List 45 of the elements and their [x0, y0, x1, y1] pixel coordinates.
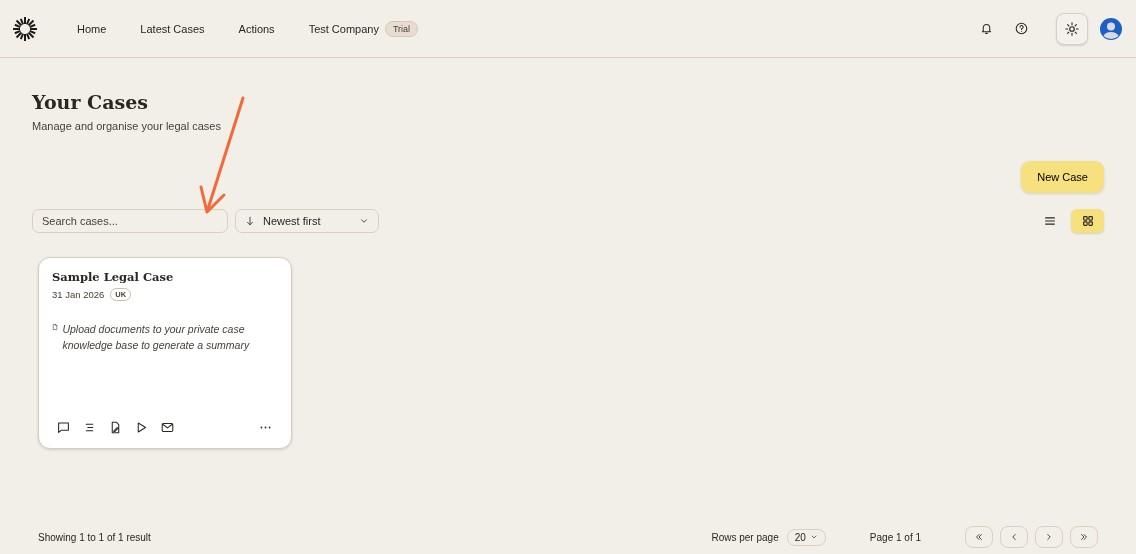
sort-dropdown[interactable]: Newest first — [235, 209, 379, 233]
theme-toggle[interactable] — [1056, 12, 1088, 45]
logo-icon[interactable] — [12, 15, 38, 42]
grid-view-button[interactable] — [1071, 209, 1104, 233]
case-summary: Upload documents to your private case knowledge base to generate a summary — [62, 322, 251, 353]
play-button[interactable] — [135, 421, 148, 434]
arrow-down-icon — [245, 216, 255, 226]
case-date: 31 Jan 2026 — [52, 289, 105, 300]
lines-icon — [83, 421, 96, 434]
help-button[interactable] — [1013, 20, 1030, 37]
sun-icon — [1065, 21, 1079, 36]
chevron-right-icon — [1044, 532, 1054, 542]
outline-button[interactable] — [83, 421, 96, 434]
case-title[interactable]: Sample Legal Case — [52, 270, 278, 284]
edit-document-button[interactable] — [109, 421, 122, 434]
new-case-button[interactable]: New Case — [1021, 161, 1104, 193]
document-icon — [52, 321, 59, 333]
avatar-icon[interactable] — [1100, 17, 1122, 40]
list-icon — [1042, 214, 1057, 228]
nav-link[interactable]: Actions — [221, 16, 292, 41]
trial-badge: Trial — [384, 20, 419, 37]
chevron-down-icon — [809, 533, 818, 541]
nav-link[interactable]: Latest Cases — [123, 16, 222, 41]
chat-button[interactable] — [57, 421, 70, 434]
page-indicator: Page 1 of 1 — [869, 531, 921, 543]
bell-icon — [980, 22, 993, 35]
nav-link[interactable]: Home — [60, 16, 124, 41]
results-count: Showing 1 to 1 of 1 result — [38, 531, 151, 543]
double-chevron-left-icon — [974, 532, 984, 542]
help-icon — [1015, 22, 1028, 35]
chevron-left-icon — [1009, 532, 1019, 542]
email-button[interactable] — [161, 421, 174, 434]
mail-icon — [161, 421, 174, 434]
company-link[interactable]: Test Company — [291, 16, 379, 41]
document-pen-icon — [109, 421, 122, 434]
play-icon — [135, 421, 148, 434]
chevron-down-icon — [359, 216, 369, 226]
rows-per-page-select[interactable]: 20 — [786, 528, 826, 546]
chat-icon — [57, 421, 70, 434]
grid-icon — [1080, 214, 1095, 228]
page-subtitle: Manage and organise your legal cases — [32, 120, 221, 132]
page-title: Your Cases — [32, 90, 149, 114]
rows-per-page-label: Rows per page — [711, 531, 779, 543]
double-chevron-right-icon — [1079, 532, 1089, 542]
search-field[interactable]: Search cases... — [32, 209, 228, 233]
